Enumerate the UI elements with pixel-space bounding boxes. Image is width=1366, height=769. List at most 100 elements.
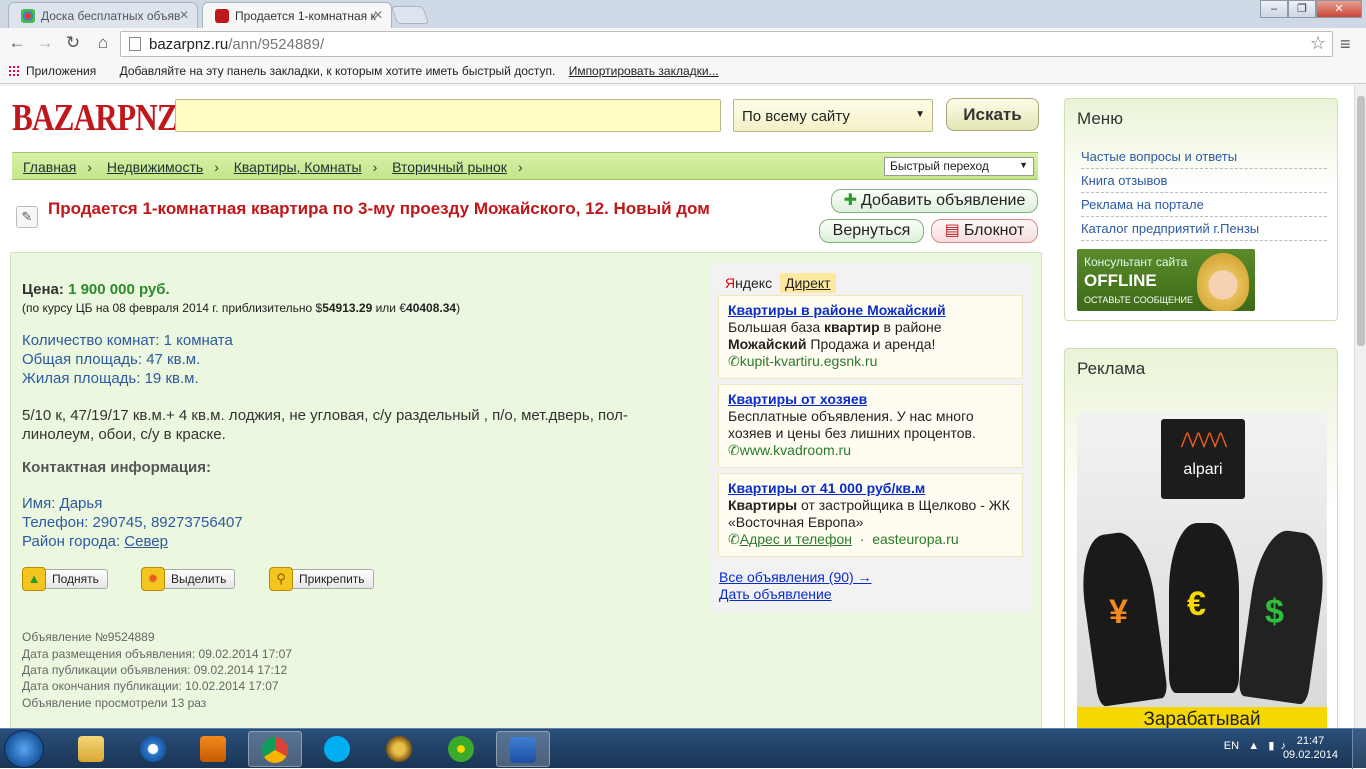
clock-date: 09.02.2014 [1282, 749, 1338, 761]
explorer-taskbar-icon[interactable] [64, 731, 118, 767]
sun-icon: ✹ [141, 567, 165, 591]
ad-title-link[interactable]: Квартиры в районе Можайский [728, 302, 1013, 319]
import-bookmarks-link[interactable]: Импортировать закладки... [569, 64, 719, 78]
site-search-input[interactable] [175, 99, 721, 132]
menu-item-advertising[interactable]: Реклама на портале [1081, 195, 1327, 217]
ad-item: Квартиры от хозяев Бесплатные объявления… [718, 384, 1023, 468]
tab-title: Доска бесплатных объяв [41, 9, 181, 23]
icq-taskbar-icon[interactable] [434, 731, 488, 767]
description: 5/10 к, 47/19/17 кв.м.+ 4 кв.м. лоджия, … [22, 407, 628, 443]
highlight-button[interactable]: ✹ Выделить [141, 567, 236, 591]
close-tab-icon[interactable]: ✕ [373, 8, 383, 22]
district-link[interactable]: Север [124, 533, 168, 550]
page-scrollbar[interactable] [1354, 86, 1366, 728]
district-label: Район города: [22, 533, 125, 550]
show-desktop-button[interactable] [1352, 729, 1366, 769]
system-tray: EN ▲ ▮ ♪ [1224, 739, 1286, 752]
clock[interactable]: 21:47 09.02.2014 [1283, 734, 1338, 762]
listing-id: Объявление №9524889 [22, 630, 155, 644]
back-arrow-icon[interactable]: ← [6, 32, 28, 54]
search-scope-select[interactable]: По всему сайту ▼ [733, 99, 933, 132]
ad-item: Квартиры от 41 000 руб/кв.м Квартиры от … [718, 473, 1023, 557]
browser-toolbar: ← → ↻ ⌂ bazarpnz.ru/ann/9524889/ ☆ [0, 28, 1366, 60]
breadcrumb-secondary[interactable]: Вторичный рынок [392, 159, 507, 175]
ie-icon [140, 736, 166, 762]
tab-direct[interactable]: Директ [779, 273, 836, 293]
breadcrumb-separator: › [214, 159, 219, 175]
date-published: Дата публикации объявления: 09.02.2014 1… [22, 663, 288, 677]
date-ends: Дата окончания публикации: 10.02.2014 17… [22, 679, 279, 693]
dropdown-arrow-icon: ▼ [1019, 160, 1028, 170]
rate-suffix: ) [456, 301, 461, 315]
phone-icon: ✆ [728, 353, 740, 369]
address-bar[interactable]: bazarpnz.ru/ann/9524889/ ☆ [120, 31, 1333, 57]
bookmark-star-icon[interactable]: ☆ [1310, 33, 1326, 54]
alpari-banner[interactable]: ⋀⋀⋀⋀ alpari ¥ € $ Зарабатывай [1077, 413, 1327, 728]
forward-arrow-icon[interactable]: → [34, 32, 56, 54]
up-arrow-icon: ▲ [22, 567, 46, 591]
chrome-menu-icon[interactable]: ≡ [1340, 34, 1351, 55]
breadcrumb-apartments[interactable]: Квартиры, Комнаты [234, 159, 362, 175]
quick-jump-select[interactable]: Быстрый переход ▼ [884, 157, 1034, 176]
reload-icon[interactable]: ↻ [62, 32, 84, 54]
ad-url[interactable]: ✆kupit-kvartiru.egsnk.ru [728, 353, 1013, 370]
close-tab-icon[interactable]: ✕ [179, 8, 189, 22]
start-button[interactable] [4, 730, 44, 768]
new-tab-button[interactable] [390, 6, 430, 24]
tab-yandex[interactable]: Яндекс [725, 275, 772, 291]
price-label: Цена: [22, 281, 64, 298]
alpari-logo: ⋀⋀⋀⋀ alpari [1161, 419, 1245, 499]
contact-header: Контактная информация: [22, 459, 212, 476]
ad-text-part: в районе [879, 319, 942, 335]
all-ads-link[interactable]: Все объявления (90) → [719, 569, 872, 585]
alpari-brand: alpari [1183, 461, 1223, 478]
post-ad-link[interactable]: Дать объявление [719, 586, 832, 602]
maximize-button[interactable]: ❐ [1288, 0, 1316, 18]
ad-item: Квартиры в районе Можайский Большая база… [718, 295, 1023, 379]
tray-arrow-icon[interactable]: ▲ [1248, 740, 1259, 752]
word-icon [510, 737, 536, 763]
ad-address-link[interactable]: Адрес и телефон [740, 531, 852, 547]
contact-phone: Телефон: 290745, 89273756407 [22, 514, 243, 531]
ad-text: Большая база квартир в районе Можайский … [728, 319, 1013, 353]
clock-time: 21:47 [1296, 735, 1325, 747]
add-listing-button[interactable]: ✚ Добавить объявление [831, 189, 1038, 213]
network-icon[interactable]: ▮ [1268, 740, 1274, 752]
chrome-taskbar-icon[interactable] [248, 731, 302, 767]
currency-rate: (по курсу ЦБ на 08 февраля 2014 г. прибл… [22, 301, 460, 315]
menu-item-faq[interactable]: Частые вопросы и ответы [1081, 147, 1327, 169]
word-taskbar-icon[interactable] [496, 731, 550, 767]
pencil-icon[interactable]: ✎ [16, 206, 38, 228]
rate-usd: 54913.29 [322, 301, 373, 315]
ad-title-link[interactable]: Квартиры от 41 000 руб/кв.м [728, 480, 1013, 497]
bookmarks-bar: Приложения Добавляйте на эту панель закл… [0, 60, 1366, 84]
skype-taskbar-icon[interactable] [310, 731, 364, 767]
ad-title-link[interactable]: Квартиры от хозяев [728, 391, 1013, 408]
minimize-button[interactable]: ‒ [1260, 0, 1288, 18]
menu-item-catalog[interactable]: Каталог предприятий г.Пензы [1081, 219, 1327, 241]
close-window-button[interactable]: ✕ [1316, 0, 1362, 18]
notepad-button[interactable]: ▤ Блокнот [931, 219, 1038, 243]
ie-taskbar-icon[interactable] [126, 731, 180, 767]
breadcrumb-realty[interactable]: Недвижимость [107, 159, 203, 175]
home-icon[interactable]: ⌂ [92, 32, 114, 54]
price-value: 1 900 000 руб. [68, 281, 170, 298]
scrollbar-thumb[interactable] [1357, 96, 1365, 346]
consultant-widget[interactable]: Консультант сайта OFFLINE ОСТАВЬТЕ СООБЩ… [1077, 249, 1255, 311]
ad-url-text[interactable]: easteuropa.ru [872, 531, 958, 547]
search-button[interactable]: Искать [946, 98, 1039, 131]
media-player-taskbar-icon[interactable] [186, 731, 240, 767]
apps-shortcut[interactable]: Приложения [8, 64, 106, 78]
breadcrumb-home[interactable]: Главная [23, 159, 76, 175]
raise-button[interactable]: ▲ Поднять [22, 567, 108, 591]
tab-active[interactable]: Продается 1-комнатная к ✕ [202, 2, 392, 28]
living-area: Жилая площадь: 19 кв.м. [22, 370, 199, 387]
pin-button[interactable]: ⚲ Прикрепить [269, 567, 374, 591]
back-button[interactable]: Вернуться [819, 219, 924, 243]
menu-item-reviews[interactable]: Книга отзывов [1081, 171, 1327, 193]
wow-taskbar-icon[interactable] [372, 731, 426, 767]
tab-inactive[interactable]: Доска бесплатных объяв ✕ [8, 2, 198, 28]
alpari-mark-icon: ⋀⋀⋀⋀ [1180, 431, 1228, 448]
ad-url[interactable]: ✆www.kvadroom.ru [728, 442, 1013, 459]
language-indicator[interactable]: EN [1224, 740, 1239, 752]
